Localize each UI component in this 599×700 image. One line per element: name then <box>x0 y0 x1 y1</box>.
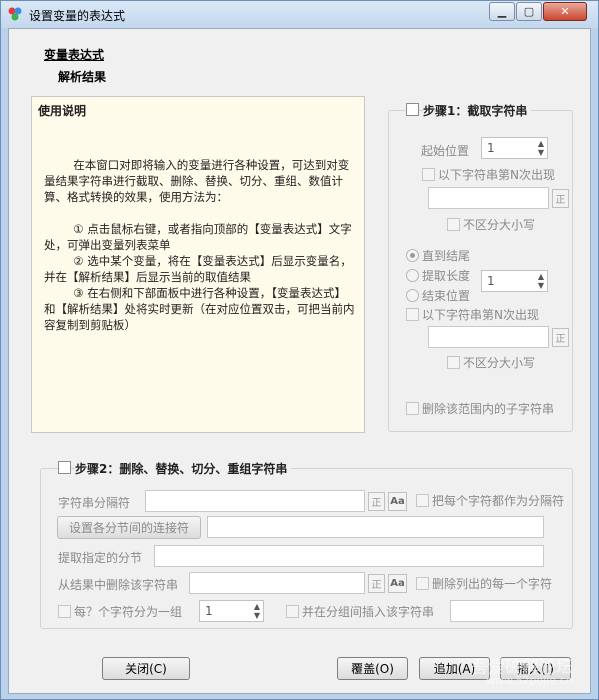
delete-each-char-checkbox[interactable] <box>416 577 429 590</box>
nth-occurrence-checkbox-1[interactable] <box>422 168 435 181</box>
dialog-window: 设置变量的表达式 ▁ ▢ ✕ 变量表达式 解析结果 使用说明 在本窗口对即将输入… <box>0 0 599 700</box>
separator-input[interactable] <box>145 490 365 512</box>
group-chars-label: 每？个字符分为一组 <box>74 605 183 619</box>
start-position-label: 起始位置 <box>421 144 470 158</box>
close-button[interactable]: 关闭(C) <box>102 657 190 680</box>
maximize-icon: ▢ <box>523 5 535 18</box>
step1-title: 步骤1：截取字符串 <box>423 102 532 119</box>
to-end-label: 直到结尾 <box>422 249 471 263</box>
end-position-radio[interactable] <box>406 289 419 302</box>
case-insensitive-label-1: 不区分大小写 <box>463 218 536 232</box>
set-connector-button[interactable]: 设置各分节间的连接符 <box>57 516 201 539</box>
separator-label: 字符串分隔符 <box>58 496 131 510</box>
delete-substring-checkbox[interactable] <box>406 402 419 415</box>
to-end-radio[interactable] <box>406 249 419 262</box>
connector-input[interactable] <box>207 516 544 538</box>
step2-checkbox[interactable] <box>58 461 71 474</box>
regex-button-1[interactable]: 正 <box>552 189 569 208</box>
delete-case-button[interactable]: Aa <box>388 574 407 593</box>
usage-title: 使用说明 <box>38 104 87 118</box>
close-icon: ✕ <box>560 5 570 18</box>
app-icon <box>8 7 22 21</box>
separator-regex-button[interactable]: 正 <box>368 492 385 511</box>
step1-checkbox[interactable] <box>406 103 419 116</box>
maximize-button[interactable]: ▢ <box>516 2 542 21</box>
nth-occurrence-checkbox-2[interactable] <box>406 308 419 321</box>
regex-button-2[interactable]: 正 <box>552 328 569 347</box>
end-position-label: 结束位置 <box>422 289 471 303</box>
extract-length-spinner[interactable]: 1 ▲ ▼ <box>481 270 548 292</box>
insert-between-input[interactable] <box>450 600 544 622</box>
spinner-arrows-icon[interactable]: ▲ ▼ <box>538 139 544 157</box>
separator-case-button[interactable]: Aa <box>388 492 407 511</box>
delete-substring-label: 删除该范围内的子字符串 <box>422 402 555 416</box>
start-position-spinner[interactable]: 1 ▲ ▼ <box>481 137 548 159</box>
variable-expression-label[interactable]: 变量表达式 <box>44 46 104 63</box>
overwrite-button[interactable]: 覆盖(O) <box>337 657 408 680</box>
end-search-input[interactable] <box>428 326 549 348</box>
nth-occurrence-label-2: 以下字符串第N次出现 <box>422 308 539 322</box>
start-search-input[interactable] <box>428 187 549 209</box>
each-char-separator-label: 把每个字符都作为分隔符 <box>432 494 565 508</box>
usage-panel: 使用说明 在本窗口对即将输入的变量进行各种设置，可达到对变量结果字符串进行截取、… <box>31 96 365 433</box>
case-insensitive-label-2: 不区分大小写 <box>463 356 536 370</box>
each-char-separator-checkbox[interactable] <box>416 494 429 507</box>
insert-between-label: 并在分组间插入该字符串 <box>302 605 435 619</box>
group-chars-checkbox[interactable] <box>58 605 71 618</box>
nth-occurrence-label-1: 以下字符串第N次出现 <box>438 168 555 182</box>
delete-from-result-label: 从结果中删除该字符串 <box>58 578 179 592</box>
minimize-button[interactable]: ▁ <box>489 2 515 21</box>
insert-between-checkbox[interactable] <box>286 605 299 618</box>
spinner-arrows-icon[interactable]: ▲ ▼ <box>538 272 544 290</box>
minimize-icon: ▁ <box>497 5 507 18</box>
group-size-spinner[interactable]: 1 ▲ ▼ <box>199 600 264 622</box>
delete-each-char-label: 删除列出的每一个字符 <box>432 577 553 591</box>
close-window-button[interactable]: ✕ <box>543 2 587 21</box>
step2-title: 步骤2：删除、替换、切分、重组字符串 <box>75 460 292 477</box>
window-title: 设置变量的表达式 <box>29 9 126 23</box>
case-insensitive-checkbox-2[interactable] <box>447 356 460 369</box>
usage-text: 在本窗口对即将输入的变量进行各种设置，可达到对变量结果字符串进行截取、删除、替换… <box>44 158 355 332</box>
title-bar[interactable]: 设置变量的表达式 ▁ ▢ ✕ <box>1 1 598 28</box>
delete-from-result-input[interactable] <box>189 572 365 594</box>
delete-regex-button[interactable]: 正 <box>368 574 385 593</box>
parse-result-label[interactable]: 解析结果 <box>58 68 106 85</box>
spinner-arrows-icon[interactable]: ▲ ▼ <box>254 602 260 620</box>
extract-length-radio[interactable] <box>406 269 419 282</box>
watermark-url: www.52pojie.cn <box>486 674 573 687</box>
extract-section-input[interactable] <box>154 545 544 567</box>
extract-section-label: 提取指定的分节 <box>58 551 143 565</box>
case-insensitive-checkbox-1[interactable] <box>447 218 460 231</box>
extract-length-label: 提取长度 <box>422 269 471 283</box>
